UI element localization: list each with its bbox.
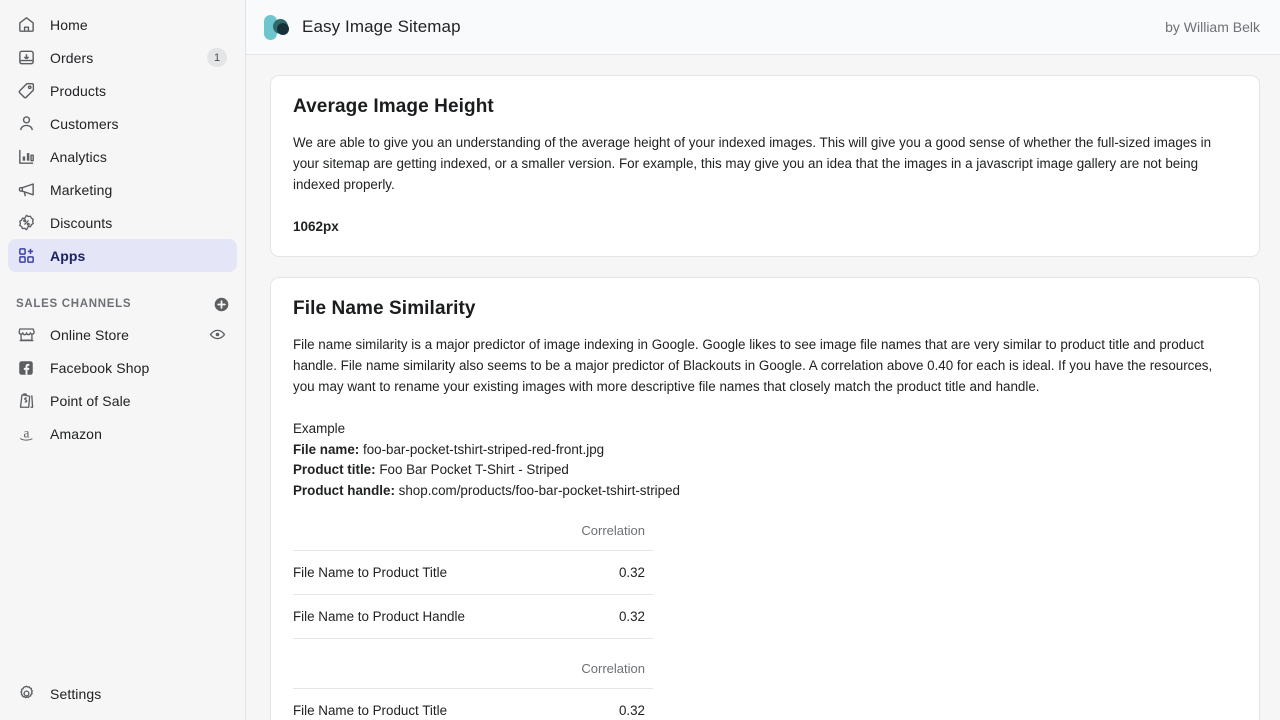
sidebar-item-products[interactable]: Products [8,74,237,107]
sidebar-item-label: Point of Sale [50,393,131,409]
card-description: File name similarity is a major predicto… [293,334,1237,397]
sidebar-item-facebook-shop[interactable]: Facebook Shop [8,351,237,384]
sidebar-item-settings[interactable]: Settings [8,677,237,710]
example-product-handle: Product handle: shop.com/products/foo-ba… [293,481,1237,502]
sidebar-item-home[interactable]: Home [8,8,237,41]
sidebar-item-orders[interactable]: Orders 1 [8,41,237,74]
home-icon [16,15,36,35]
storefront-icon [16,325,36,345]
brand: Easy Image Sitemap [262,12,461,42]
sales-channels-header: SALES CHANNELS [0,290,245,318]
apps-grid-icon [16,246,36,266]
average-height-value: 1062px [293,219,1237,234]
amazon-icon: a [16,424,36,444]
product-handle-value: shop.com/products/foo-bar-pocket-tshirt-… [399,483,680,498]
example-product-title: Product title: Foo Bar Pocket T-Shirt - … [293,460,1237,481]
sidebar-item-label: Analytics [50,149,107,165]
row-label: File Name to Product Title [293,551,503,595]
main-area: Easy Image Sitemap by William Belk Avera… [246,0,1280,720]
sidebar-item-label: Settings [50,686,101,702]
sidebar-item-label: Home [50,17,88,33]
product-title-label: Product title: [293,462,376,477]
file-name-label: File name: [293,442,359,457]
sidebar-item-discounts[interactable]: Discounts [8,206,237,239]
product-title-value: Foo Bar Pocket T-Shirt - Striped [379,462,569,477]
sales-channels-list: Online Store Facebook Shop [0,318,245,450]
row-value: 0.32 [503,689,653,720]
table-row: File Name to Product Handle 0.32 [293,595,653,639]
correlation-table-one: Correlation File Name to Product Title 0… [293,523,653,639]
sidebar-item-label: Facebook Shop [50,360,149,376]
row-value: 0.32 [503,551,653,595]
content-scroll[interactable]: Average Image Height We are able to give… [246,55,1280,720]
table-row: File Name to Product Title 0.32 [293,689,653,720]
circle-plus-icon[interactable] [211,294,231,314]
sidebar-item-online-store[interactable]: Online Store [8,318,237,351]
card-description: We are able to give you an understanding… [293,132,1237,195]
customers-icon [16,114,36,134]
app-header: Easy Image Sitemap by William Belk [246,0,1280,55]
sidebar-item-marketing[interactable]: Marketing [8,173,237,206]
sidebar-item-label: Discounts [50,215,112,231]
gear-icon [16,684,36,704]
sidebar-footer: Settings [0,677,245,720]
row-label: File Name to Product Handle [293,595,503,639]
row-value: 0.32 [503,595,653,639]
orders-count-badge: 1 [207,48,227,67]
example-label: Example [293,419,1237,440]
main-nav: Home Orders 1 [0,8,245,272]
sidebar-item-customers[interactable]: Customers [8,107,237,140]
orders-icon [16,48,36,68]
sidebar-item-amazon[interactable]: a Amazon [8,417,237,450]
svg-text:a: a [23,425,29,440]
product-handle-label: Product handle: [293,483,395,498]
example-block: Example File name: foo-bar-pocket-tshirt… [293,419,1237,501]
discounts-percent-icon [16,213,36,233]
card-title: File Name Similarity [293,298,1237,320]
sidebar-item-analytics[interactable]: Analytics [8,140,237,173]
average-image-height-card: Average Image Height We are able to give… [270,75,1260,257]
table-header-row: Correlation [293,661,653,689]
sidebar-item-label: Online Store [50,327,129,343]
app-title: Easy Image Sitemap [302,17,461,37]
file-name-value: foo-bar-pocket-tshirt-striped-red-front.… [363,442,604,457]
table-header-row: Correlation [293,523,653,551]
sidebar-item-label: Amazon [50,426,102,442]
sidebar: Home Orders 1 [0,0,246,720]
easy-image-sitemap-logo [262,12,292,42]
shopify-bag-icon [16,391,36,411]
sidebar-item-point-of-sale[interactable]: Point of Sale [8,384,237,417]
table-row: File Name to Product Title 0.32 [293,551,653,595]
row-label: File Name to Product Title [293,689,503,720]
correlation-header: Correlation [503,661,653,689]
sidebar-item-label: Products [50,83,106,99]
sidebar-item-label: Apps [50,248,85,264]
correlation-header: Correlation [503,523,653,551]
marketing-megaphone-icon [16,180,36,200]
eye-icon[interactable] [207,325,227,345]
facebook-icon [16,358,36,378]
blank-header [293,661,503,689]
blank-header [293,523,503,551]
analytics-bars-icon [16,147,36,167]
author-byline: by William Belk [1165,19,1260,35]
sidebar-item-label: Orders [50,50,93,66]
sales-channels-title: SALES CHANNELS [16,298,131,310]
example-file-name: File name: foo-bar-pocket-tshirt-striped… [293,440,1237,461]
app-root: Home Orders 1 [0,0,1280,720]
sidebar-item-label: Marketing [50,182,112,198]
card-title: Average Image Height [293,96,1237,118]
correlation-table-two: Correlation File Name to Product Title 0… [293,661,653,720]
sidebar-item-apps[interactable]: Apps [8,239,237,272]
file-name-similarity-card: File Name Similarity File name similarit… [270,277,1260,720]
products-tag-icon [16,81,36,101]
sidebar-item-label: Customers [50,116,119,132]
